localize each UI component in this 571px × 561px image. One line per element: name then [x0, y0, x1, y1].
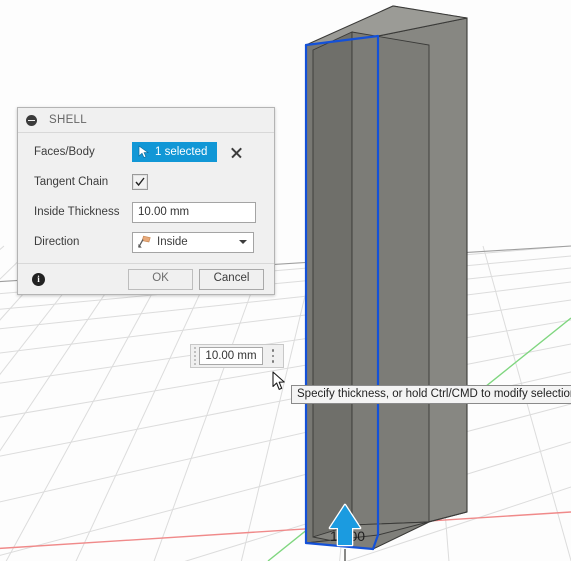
field-faces-body: 1 selected	[132, 142, 264, 162]
cancel-button[interactable]: Cancel	[199, 268, 264, 290]
canvas-thickness-input[interactable]	[199, 347, 263, 365]
faces-body-selection-text: 1 selected	[155, 146, 208, 158]
box-inner-wall-right[interactable]	[351, 31, 430, 526]
label-tangent-chain: Tangent Chain	[34, 176, 109, 188]
row-tangent-chain: Tangent Chain	[18, 167, 274, 197]
label-faces-body: Faces/Body	[34, 146, 95, 158]
dialog-title: SHELL	[49, 114, 87, 126]
label-direction: Direction	[34, 236, 80, 248]
label-inside-thickness: Inside Thickness	[34, 206, 120, 218]
info-icon[interactable]: i	[32, 272, 45, 286]
cursor-arrow-icon	[138, 145, 150, 159]
dialog-footer-buttons: OK Cancel	[128, 268, 264, 290]
tangent-chain-checkbox[interactable]	[132, 174, 148, 190]
x-axis-line	[0, 511, 571, 550]
row-direction: Direction Inside	[18, 227, 274, 257]
box-inner-wall-left[interactable]	[312, 31, 353, 538]
canvas-thickness-value-box[interactable]	[190, 344, 284, 368]
ok-button[interactable]: OK	[128, 268, 193, 290]
dialog-footer: i OK Cancel	[18, 263, 274, 294]
inside-direction-arrow-icon	[138, 235, 151, 248]
shell-command-dialog[interactable]: SHELL Faces/Body 1 selected Tangent Chai…	[17, 107, 275, 295]
kebab-menu-icon[interactable]	[263, 345, 283, 367]
thickness-tooltip: Specify thickness, or hold Ctrl/CMD to m…	[291, 385, 571, 404]
faces-body-selection-button[interactable]: 1 selected	[132, 142, 218, 162]
dialog-body: Faces/Body 1 selected Tangent Chain Insi…	[18, 133, 274, 263]
shelled-box-body[interactable]	[304, 5, 468, 551]
field-direction: Inside	[132, 231, 264, 253]
drag-grip-icon[interactable]	[191, 345, 199, 367]
close-x-icon[interactable]	[229, 145, 244, 160]
checkmark-icon	[135, 177, 145, 187]
dialog-header[interactable]: SHELL	[18, 108, 274, 133]
direction-value: Inside	[157, 236, 188, 248]
row-faces-body: Faces/Body 1 selected	[18, 137, 274, 167]
direction-dropdown[interactable]: Inside	[132, 231, 254, 253]
minus-circle-icon[interactable]	[26, 114, 37, 126]
chevron-down-icon[interactable]	[239, 240, 247, 244]
inside-thickness-input[interactable]	[132, 201, 256, 223]
cad-application-window: 10.00 SHELL Faces/Body	[0, 0, 571, 561]
row-inside-thickness: Inside Thickness	[18, 197, 274, 227]
field-tangent-chain	[132, 174, 264, 190]
field-inside-thickness	[132, 201, 264, 223]
